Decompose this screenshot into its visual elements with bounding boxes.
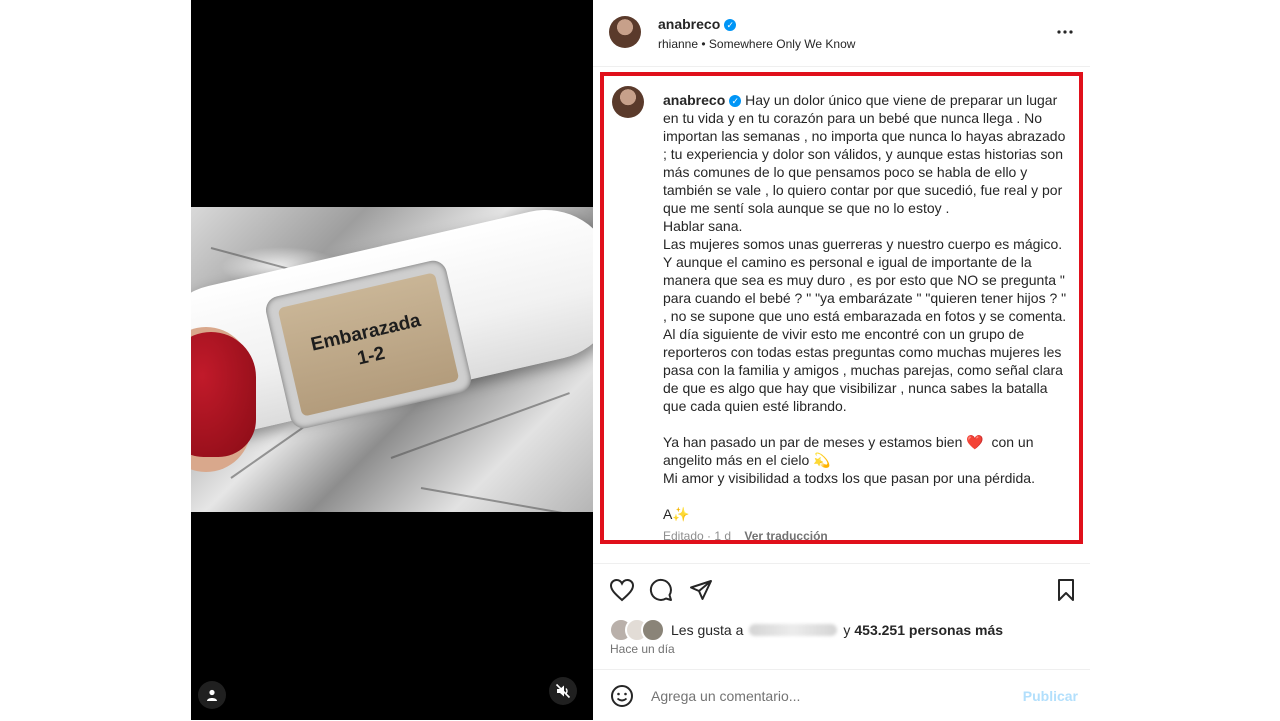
liker-avatar[interactable]: [641, 618, 665, 642]
verified-badge-icon: ✓: [724, 18, 737, 31]
red-nail: [191, 332, 256, 457]
comment-input[interactable]: [649, 684, 1013, 708]
save-button[interactable]: [1056, 578, 1076, 607]
share-button[interactable]: [689, 578, 713, 607]
post-media[interactable]: Embarazada 1-2: [191, 0, 593, 720]
bookmark-icon: [1058, 579, 1074, 601]
likes-joiner: y: [843, 622, 851, 638]
verified-badge-icon: ✓: [729, 95, 742, 108]
audio-track[interactable]: rhianne • Somewhere Only We Know: [658, 37, 855, 51]
author-line: anabreco ✓: [658, 16, 737, 34]
liker-username-redacted[interactable]: [749, 624, 838, 636]
likes-prefix: Les gusta a: [671, 622, 744, 638]
comment-icon: [649, 578, 672, 601]
user-icon: [207, 689, 217, 701]
test-result-weeks: 1-2: [355, 342, 387, 370]
edited-label: Editado · 1 d: [663, 529, 732, 543]
like-button[interactable]: [609, 578, 635, 607]
marble-vein: [420, 487, 569, 512]
tagged-user-button[interactable]: [198, 681, 226, 709]
send-icon: [690, 580, 712, 600]
caption-paragraph: Ya han pasado un par de meses y estamos …: [663, 434, 1035, 486]
author-username[interactable]: anabreco: [658, 16, 720, 32]
translate-link[interactable]: Ver traducción: [744, 529, 827, 543]
post-header: anabreco ✓ rhianne • Somewhere Only We Kn…: [593, 0, 1090, 67]
more-horizontal-icon: [1057, 30, 1073, 34]
more-options-button[interactable]: [1056, 22, 1074, 42]
caption-author-username[interactable]: anabreco: [663, 92, 725, 108]
author-avatar[interactable]: [609, 16, 641, 48]
comment-button[interactable]: [649, 578, 673, 607]
volume-muted-icon: [555, 683, 571, 699]
caption-paragraph: A✨: [663, 506, 690, 522]
mute-button[interactable]: [549, 677, 577, 705]
likes-count[interactable]: 453.251 personas más: [854, 622, 1003, 638]
pregnancy-test-display: Embarazada 1-2: [277, 272, 460, 417]
caption: anabreco ✓ Hay un dolor único que viene d…: [663, 91, 1068, 523]
emoji-button[interactable]: [610, 684, 634, 713]
caption-paragraph: anabreco ✓ Hay un dolor único que viene d…: [663, 91, 1068, 415]
emoji-icon: [611, 685, 633, 707]
caption-body: Hay un dolor único que viene de preparar…: [663, 92, 1067, 414]
caption-highlight: anabreco ✓ Hay un dolor único que viene d…: [600, 72, 1083, 544]
comment-composer: Publicar: [593, 669, 1090, 721]
likes-summary: Les gusta a y 453.251 personas más: [609, 618, 1003, 642]
publish-button[interactable]: Publicar: [1023, 688, 1078, 704]
post-details-panel: anabreco ✓ rhianne • Somewhere Only We Kn…: [593, 0, 1090, 720]
post-photo: Embarazada 1-2: [191, 207, 593, 512]
caption-author-avatar[interactable]: [612, 86, 644, 118]
post-timestamp[interactable]: Hace un día: [610, 642, 675, 656]
caption-meta: Editado · 1 d Ver traducción: [663, 529, 828, 543]
heart-icon: [609, 578, 635, 602]
action-bar: [593, 563, 1090, 614]
